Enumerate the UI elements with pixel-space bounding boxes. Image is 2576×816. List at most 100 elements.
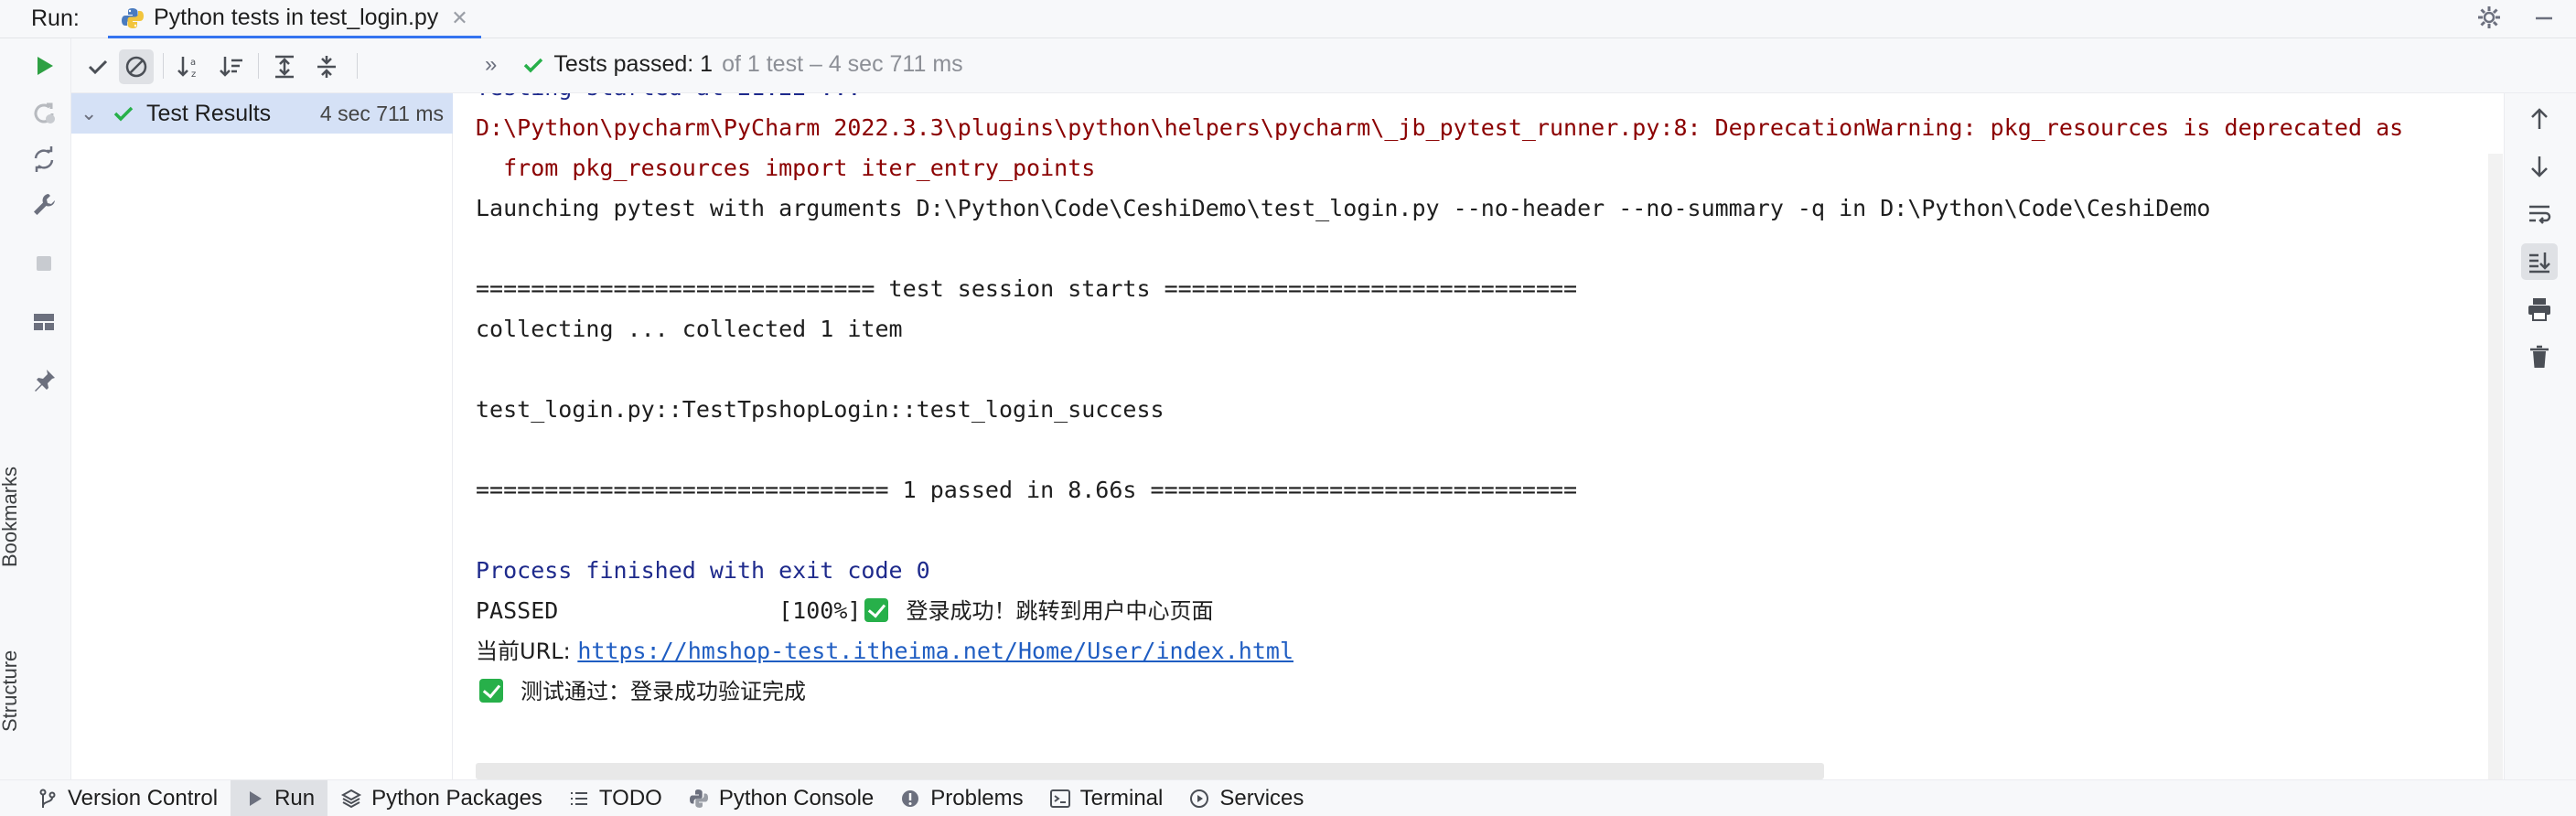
structure-side-tab[interactable]: Structure bbox=[0, 650, 22, 732]
rerun-failed-button[interactable] bbox=[27, 97, 60, 130]
sort-alpha-icon: a z bbox=[177, 57, 196, 80]
toggle-auto-test-button[interactable] bbox=[27, 143, 60, 176]
tab-services[interactable]: Services bbox=[1175, 780, 1316, 816]
run-label: Run: bbox=[31, 5, 80, 31]
services-icon bbox=[1190, 789, 1209, 808]
stop-icon bbox=[37, 256, 51, 271]
soft-wrap-button[interactable] bbox=[2521, 196, 2558, 232]
play-icon bbox=[38, 57, 53, 75]
scroll-to-end-button[interactable] bbox=[2521, 243, 2558, 280]
tab-label: Python Packages bbox=[371, 785, 542, 811]
test-status-summary: » Tests passed: 1 of 1 test – 4 sec 711 … bbox=[485, 51, 963, 78]
tab-todo[interactable]: TODO bbox=[555, 780, 675, 816]
console-line: test_login.py::TestTpshopLogin::test_log… bbox=[476, 396, 1165, 423]
console-line: Process finished with exit code 0 bbox=[476, 557, 930, 584]
list-icon bbox=[570, 791, 587, 805]
run-tab[interactable]: Python tests in test_login.py ✕ bbox=[108, 0, 481, 38]
print-button[interactable] bbox=[2521, 291, 2558, 327]
console-side-toolbar bbox=[2504, 93, 2576, 779]
passed-prefix: PASSED [100%] bbox=[476, 597, 862, 624]
layout-icon bbox=[34, 314, 54, 330]
settings-wrench-button[interactable] bbox=[27, 188, 60, 221]
tab-label: Version Control bbox=[68, 785, 219, 811]
pin-icon bbox=[35, 370, 55, 392]
console-line: 测试通过：登录成功验证完成 bbox=[476, 671, 806, 712]
sort-by-duration-button[interactable] bbox=[214, 49, 249, 84]
minimize-icon[interactable] bbox=[2530, 4, 2558, 31]
run-title-bar: Run: Python tests in test_login.py ✕ bbox=[0, 0, 2576, 38]
show-passed-button[interactable] bbox=[80, 49, 115, 84]
toolbar-separator bbox=[357, 53, 358, 79]
toolbar-separator bbox=[258, 53, 259, 79]
tab-label: Terminal bbox=[1079, 785, 1164, 811]
sort-alphabetically-button[interactable]: a z bbox=[172, 49, 207, 84]
console-line: Launching pytest with arguments D:\Pytho… bbox=[476, 195, 2211, 221]
gear-icon[interactable] bbox=[2475, 4, 2503, 31]
wrench-icon bbox=[34, 194, 55, 215]
tab-run[interactable]: Run bbox=[231, 779, 328, 816]
next-occurrence-button[interactable] bbox=[2521, 148, 2558, 185]
tab-label: Services bbox=[1219, 785, 1304, 811]
trash-icon bbox=[2530, 345, 2549, 368]
tab-terminal[interactable]: Terminal bbox=[1036, 780, 1176, 816]
arrow-down-icon bbox=[2531, 156, 2548, 177]
close-tab-icon[interactable]: ✕ bbox=[451, 6, 467, 30]
layers-icon bbox=[341, 789, 362, 808]
tab-version-control[interactable]: Version Control bbox=[0, 780, 231, 816]
stop-button[interactable] bbox=[27, 247, 60, 280]
passed-check-icon bbox=[524, 58, 543, 72]
tab-python-console[interactable]: Python Console bbox=[675, 780, 886, 816]
test-results-time: 4 sec 711 ms bbox=[319, 101, 444, 125]
console-output[interactable]: Testing started at 21:22 ... D:\Python\p… bbox=[454, 93, 2503, 779]
passed-check-icon bbox=[113, 106, 134, 122]
tests-passed-text: Tests passed: 1 bbox=[553, 51, 714, 77]
auto-test-icon bbox=[34, 146, 54, 172]
rerun-failed-icon bbox=[34, 102, 55, 123]
git-branch-icon bbox=[39, 789, 56, 808]
user-center-link[interactable]: https://hmshop-test.itheima.net/Home/Use… bbox=[577, 638, 1293, 664]
svg-text:a: a bbox=[190, 58, 196, 68]
expand-all-button[interactable] bbox=[267, 49, 302, 84]
login-success-message: 登录成功！跳转到用户中心页面 bbox=[906, 598, 1214, 624]
pin-tab-button[interactable] bbox=[27, 364, 60, 397]
problems-icon bbox=[902, 789, 919, 807]
chevron-down-icon[interactable]: ⌄ bbox=[80, 102, 101, 125]
console-line: D:\Python\pycharm\PyCharm 2022.3.3\plugi… bbox=[476, 114, 2404, 141]
arrow-up-icon bbox=[2531, 108, 2548, 129]
tab-label: Python Console bbox=[718, 785, 875, 811]
test-tree-panel: ⌄ Test Results 4 sec 711 ms bbox=[71, 93, 453, 779]
expand-all-icon bbox=[275, 55, 294, 79]
tests-duration-text: of 1 test – 4 sec 711 ms bbox=[722, 51, 963, 77]
console-line: 当前URL: https://hmshop-test.itheima.net/H… bbox=[476, 631, 1293, 671]
collapse-all-icon bbox=[317, 56, 336, 78]
run-icon bbox=[250, 790, 263, 806]
tool-window-bar: Version Control Run Python Packages TODO… bbox=[0, 779, 2576, 816]
more-chevron-icon[interactable]: » bbox=[485, 52, 497, 78]
check-mark-icon bbox=[864, 598, 889, 622]
console-line: ============================= test sessi… bbox=[476, 275, 1578, 302]
svg-text:z: z bbox=[191, 70, 196, 80]
clear-all-button[interactable] bbox=[2521, 338, 2558, 375]
bookmarks-side-tab[interactable]: Bookmarks bbox=[0, 467, 22, 567]
tab-python-packages[interactable]: Python Packages bbox=[327, 780, 555, 816]
python-console-icon bbox=[689, 789, 708, 808]
previous-occurrence-button[interactable] bbox=[2521, 101, 2558, 137]
layout-button[interactable] bbox=[27, 306, 60, 338]
horizontal-scrollbar[interactable] bbox=[476, 763, 1824, 779]
test-tree-root[interactable]: ⌄ Test Results 4 sec 711 ms bbox=[71, 93, 453, 134]
python-icon bbox=[122, 7, 144, 28]
console-line: Testing started at 21:22 ... bbox=[476, 93, 861, 108]
console-line: ============================== 1 passed … bbox=[476, 477, 1578, 503]
url-prefix: 当前URL: bbox=[476, 639, 578, 664]
console-line: PASSED [100%] 登录成功！跳转到用户中心页面 bbox=[476, 591, 1214, 631]
terminal-icon bbox=[1049, 789, 1070, 808]
tab-problems[interactable]: Problems bbox=[886, 780, 1036, 816]
show-ignored-button[interactable] bbox=[119, 49, 154, 84]
collapse-all-button[interactable] bbox=[309, 49, 344, 84]
rerun-button[interactable] bbox=[27, 49, 60, 82]
ignored-icon bbox=[125, 56, 147, 78]
tab-label: TODO bbox=[598, 785, 662, 811]
check-icon bbox=[88, 59, 108, 75]
vertical-scrollbar[interactable] bbox=[2488, 154, 2503, 779]
sort-duration-icon bbox=[220, 57, 242, 77]
